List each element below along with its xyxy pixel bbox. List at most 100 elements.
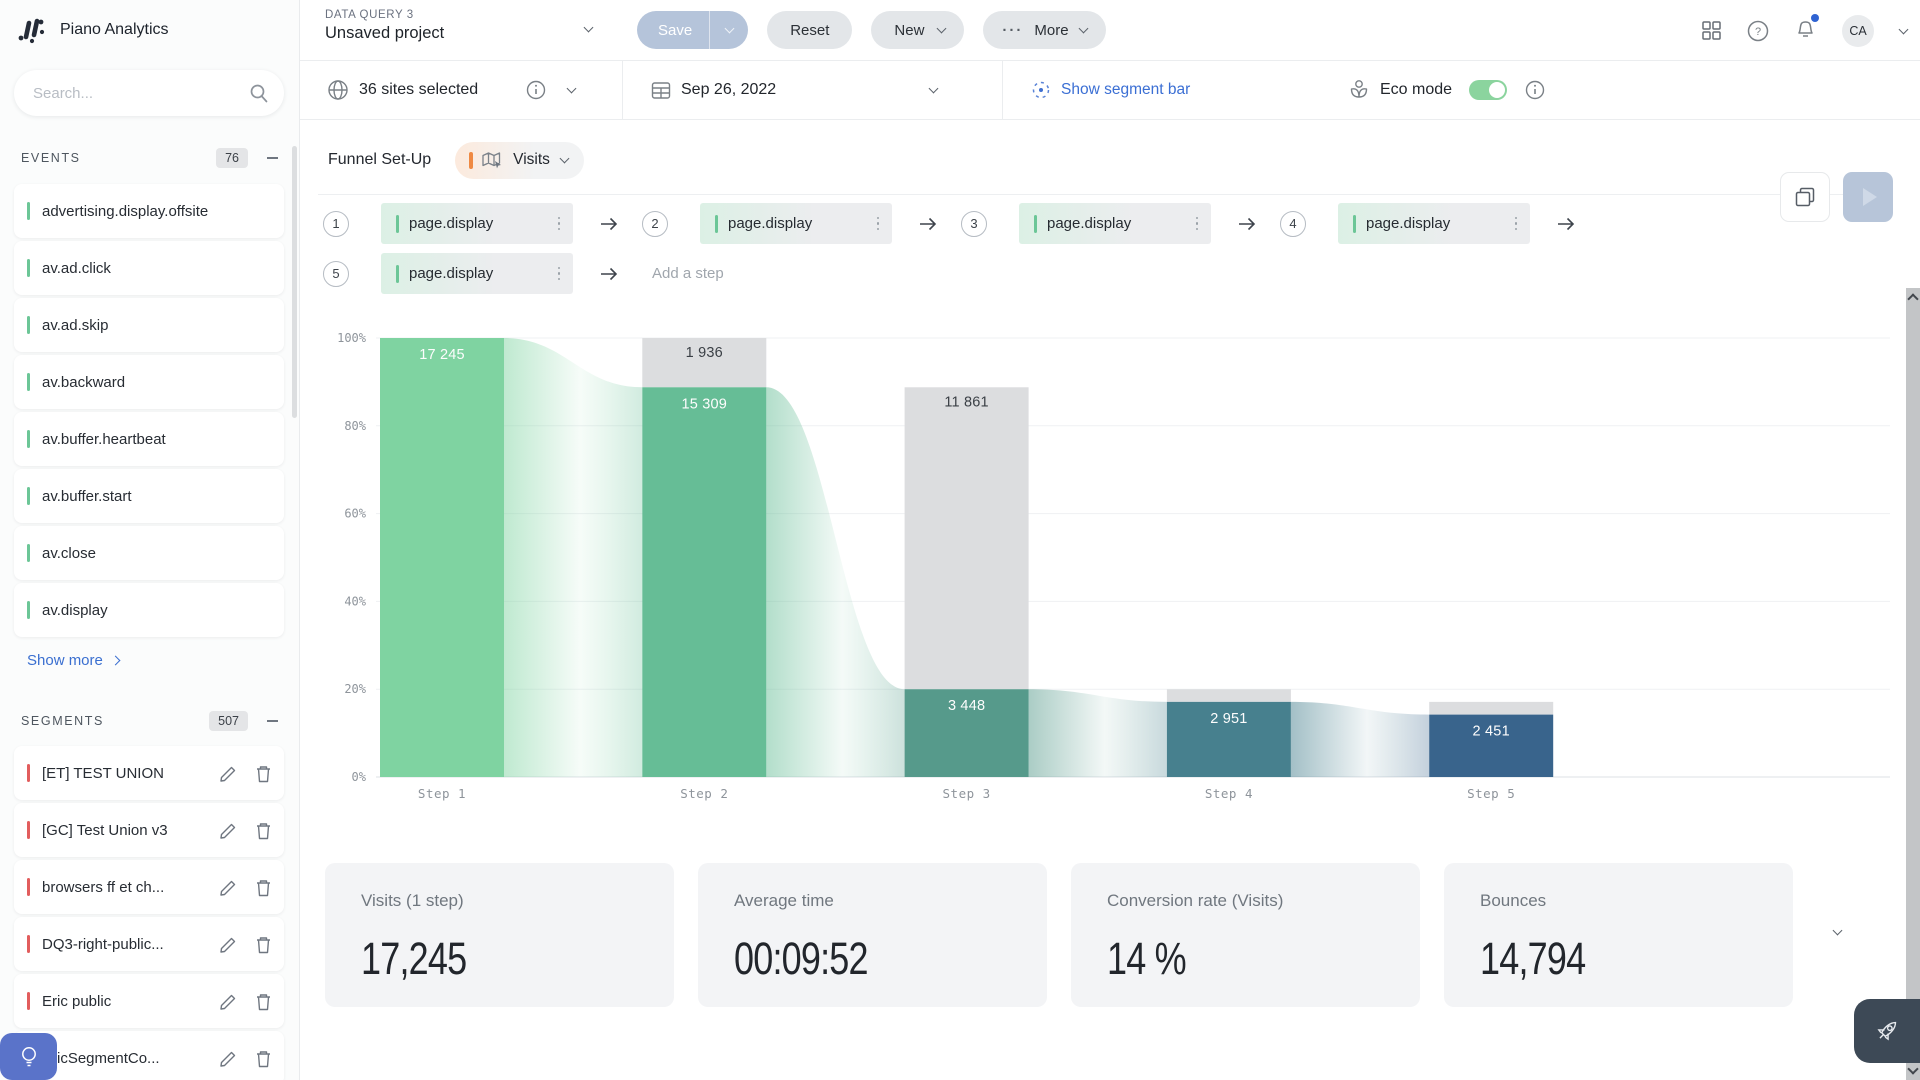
feedback-rocket-button[interactable] <box>1854 999 1920 1063</box>
step-chip[interactable]: page.display <box>381 253 573 294</box>
step-chip[interactable]: page.display <box>1019 203 1211 244</box>
svg-text:Step 3: Step 3 <box>943 786 991 801</box>
help-lightbulb-button[interactable] <box>0 1033 57 1080</box>
copy-icon <box>1794 186 1816 208</box>
scroll-up-icon[interactable] <box>1907 293 1918 304</box>
toolbar-buttons: Save Reset New ··· More <box>637 11 1106 49</box>
help-icon[interactable]: ? <box>1747 20 1769 42</box>
kebab-menu-icon[interactable] <box>1515 217 1518 231</box>
calendar-icon <box>651 80 671 100</box>
delete-trash-icon[interactable] <box>255 821 272 840</box>
show-more-link[interactable]: Show more <box>27 652 119 669</box>
svg-text:Step 2: Step 2 <box>680 786 728 801</box>
events-collapse-button[interactable] <box>262 157 282 159</box>
kebab-menu-icon[interactable] <box>1196 217 1199 231</box>
chevron-down-icon <box>929 84 939 94</box>
event-tick <box>396 265 399 283</box>
event-item[interactable]: advertising.display.offsite <box>14 184 284 238</box>
eco-mode-toggle[interactable] <box>1469 80 1507 100</box>
sites-selected-label: 36 sites selected <box>359 81 478 99</box>
edit-pencil-icon[interactable] <box>219 764 238 783</box>
user-avatar[interactable]: CA <box>1842 15 1874 47</box>
events-label: EVENTS <box>21 151 216 165</box>
delete-trash-icon[interactable] <box>255 1049 272 1068</box>
reset-button[interactable]: Reset <box>767 11 852 49</box>
notification-dot <box>1811 14 1819 22</box>
event-item[interactable]: av.display <box>14 583 284 637</box>
step-chip[interactable]: page.display <box>381 203 573 244</box>
events-section-header: EVENTS 76 <box>21 146 282 170</box>
project-block[interactable]: DATA QUERY 3 Unsaved project <box>325 9 444 43</box>
vertical-scrollbar[interactable] <box>1906 288 1920 1080</box>
kpi-card-visits: Visits (1 step) 17,245 <box>325 863 674 1007</box>
step-chip-label: page.display <box>728 215 877 232</box>
kebab-menu-icon[interactable] <box>558 217 561 231</box>
event-item-label: av.backward <box>42 374 272 391</box>
eco-mode-control: Eco mode <box>1348 61 1545 119</box>
event-item[interactable]: av.backward <box>14 355 284 409</box>
segment-tick <box>27 764 30 782</box>
show-segment-bar-link[interactable]: Show segment bar <box>1031 61 1190 119</box>
info-icon[interactable] <box>1525 80 1545 100</box>
apps-grid-icon[interactable] <box>1702 21 1721 40</box>
segment-tick <box>27 878 30 896</box>
kebab-menu-icon[interactable] <box>877 217 880 231</box>
save-button[interactable]: Save <box>637 11 748 49</box>
duplicate-button[interactable] <box>1780 172 1830 222</box>
event-item[interactable]: av.close <box>14 526 284 580</box>
event-item[interactable]: av.buffer.start <box>14 469 284 523</box>
step-chip[interactable]: page.display <box>1338 203 1530 244</box>
new-button[interactable]: New <box>871 11 964 49</box>
reset-label: Reset <box>790 22 829 39</box>
segment-item[interactable]: [GC] Test Union v3 <box>14 803 284 857</box>
save-dropdown-button[interactable] <box>710 28 748 32</box>
kpi-label: Visits (1 step) <box>361 891 674 911</box>
chevron-down-icon <box>724 24 734 34</box>
sidebar-scrollbar[interactable] <box>292 146 297 418</box>
app-root: Piano Analytics EVENTS 76 advertising.di… <box>0 0 1920 1080</box>
step-chip[interactable]: page.display <box>700 203 892 244</box>
brand-name: Piano Analytics <box>60 21 169 39</box>
segment-item[interactable]: browsers ff et ch... <box>14 860 284 914</box>
edit-pencil-icon[interactable] <box>219 1049 238 1068</box>
project-chevron-icon[interactable] <box>584 23 594 33</box>
kpi-card-conversion-rate: Conversion rate (Visits) 14 % <box>1071 863 1420 1007</box>
scroll-down-icon[interactable] <box>1907 1063 1918 1074</box>
kpi-collapse-chevron[interactable] <box>1833 926 1843 936</box>
step-number: 4 <box>1280 211 1306 237</box>
search-box[interactable] <box>14 70 284 116</box>
date-picker[interactable]: Sep 26, 2022 <box>651 61 937 119</box>
info-icon[interactable] <box>526 80 546 100</box>
kpi-value: 17,245 <box>361 933 611 985</box>
metric-selector[interactable]: Visits <box>455 142 584 179</box>
notifications-button[interactable] <box>1795 17 1816 44</box>
segments-collapse-button[interactable] <box>262 720 282 722</box>
edit-pencil-icon[interactable] <box>219 878 238 897</box>
segment-item-label: [ET] TEST UNION <box>42 765 211 782</box>
segment-item[interactable]: Eric public <box>14 974 284 1028</box>
site-selector[interactable]: 36 sites selected <box>327 61 575 119</box>
account-chevron-icon[interactable] <box>1899 24 1909 34</box>
delete-trash-icon[interactable] <box>255 935 272 954</box>
delete-trash-icon[interactable] <box>255 992 272 1011</box>
run-query-button[interactable] <box>1843 172 1893 222</box>
delete-trash-icon[interactable] <box>255 878 272 897</box>
add-step-placeholder[interactable]: Add a step <box>652 265 724 282</box>
funnel-chart[interactable]: 100%80%60%40%20%0%17 245Step 11 93615 30… <box>300 300 1920 825</box>
event-item[interactable]: av.ad.skip <box>14 298 284 352</box>
more-button[interactable]: ··· More <box>983 11 1105 49</box>
search-input[interactable] <box>14 70 284 116</box>
edit-pencil-icon[interactable] <box>219 992 238 1011</box>
svg-text:1 936: 1 936 <box>686 345 723 361</box>
edit-pencil-icon[interactable] <box>219 935 238 954</box>
step-chip-label: page.display <box>1047 215 1196 232</box>
event-item[interactable]: av.buffer.heartbeat <box>14 412 284 466</box>
segment-item[interactable]: DQ3-right-public... <box>14 917 284 971</box>
event-item[interactable]: av.ad.click <box>14 241 284 295</box>
segment-item[interactable]: [ET] TEST UNION <box>14 746 284 800</box>
svg-text:2 951: 2 951 <box>1210 711 1247 727</box>
kebab-menu-icon[interactable] <box>558 267 561 281</box>
edit-pencil-icon[interactable] <box>219 821 238 840</box>
delete-trash-icon[interactable] <box>255 764 272 783</box>
date-label: Sep 26, 2022 <box>681 81 776 99</box>
